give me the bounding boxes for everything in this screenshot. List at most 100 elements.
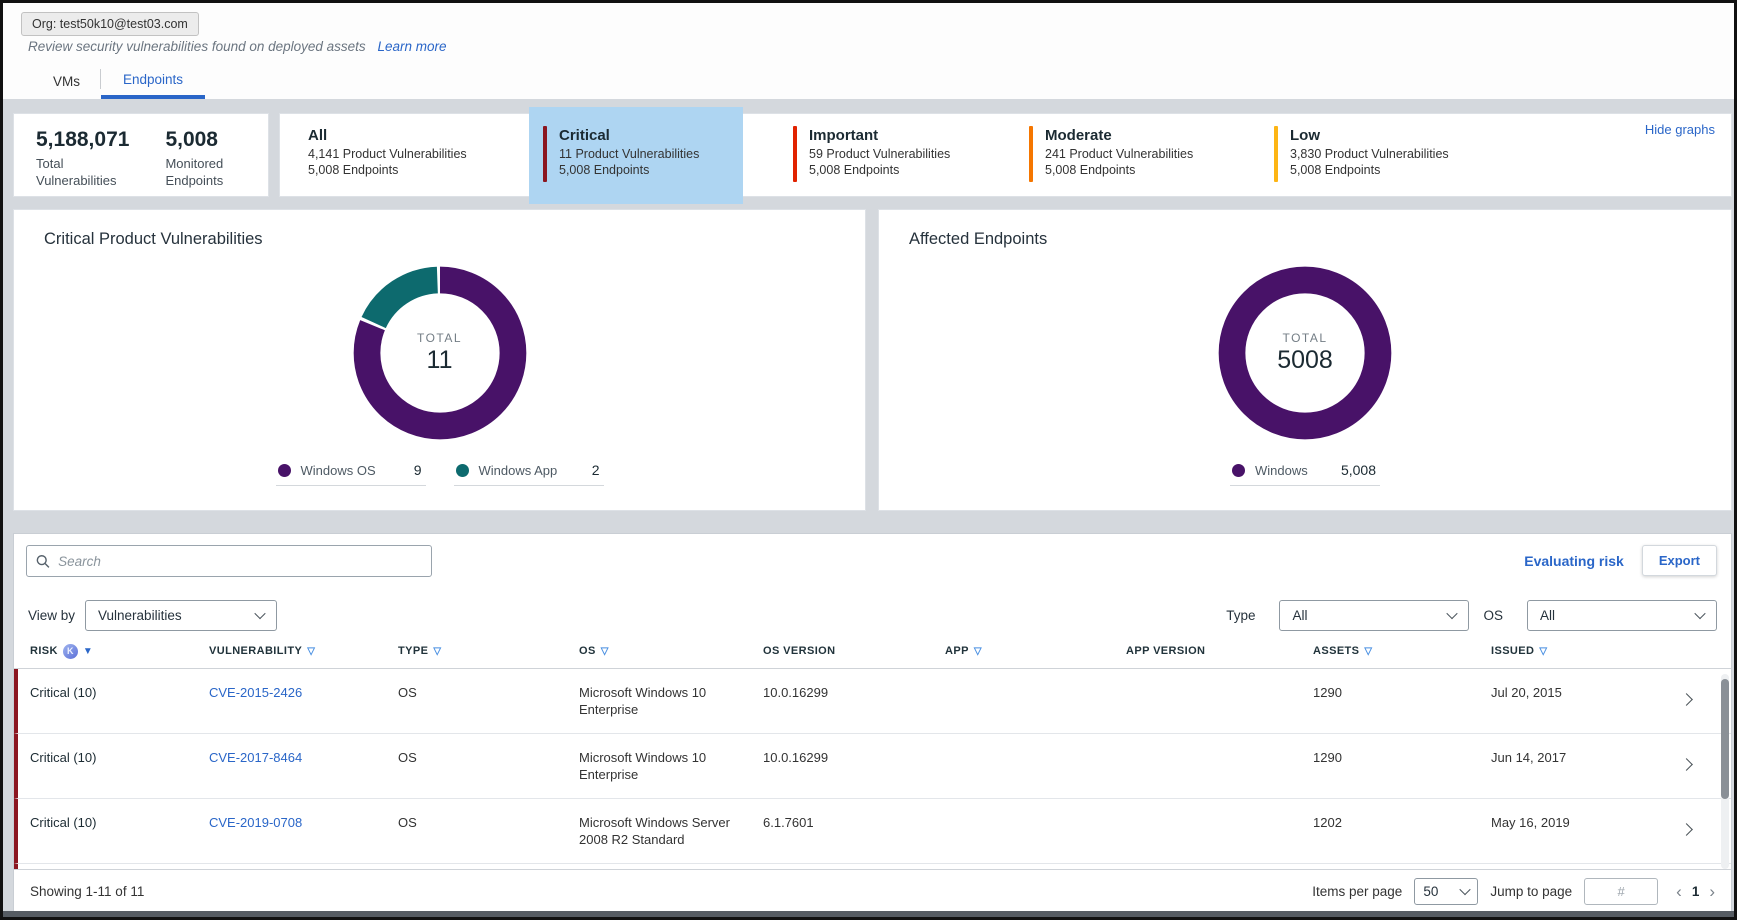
severity-card-important[interactable]: Important 59 Product Vulnerabilities 5,0… bbox=[793, 126, 950, 182]
window-bottom-edge bbox=[3, 911, 1734, 917]
export-button[interactable]: Export bbox=[1642, 545, 1717, 576]
chevron-down-icon bbox=[1694, 608, 1705, 619]
cell-os: Microsoft Windows 10 Enterprise bbox=[579, 669, 763, 733]
endpoints-donut-chart: TOTAL 5008 bbox=[1216, 264, 1394, 442]
cell-os-version: 10.0.16299 bbox=[763, 734, 945, 798]
footer-controls: Items per page 50 Jump to page ‹ 1 › bbox=[1312, 878, 1715, 905]
legend-label: Windows App bbox=[479, 463, 582, 478]
critical-vulnerabilities-chart-card: Critical Product Vulnerabilities TOTAL 1… bbox=[13, 209, 866, 511]
column-header-app[interactable]: APP ▽ bbox=[945, 645, 1126, 657]
filters-right: Type All OS All bbox=[1226, 600, 1717, 631]
prev-page-icon[interactable]: ‹ bbox=[1676, 883, 1682, 900]
column-label: RISK bbox=[30, 645, 58, 657]
legend-value: 9 bbox=[414, 462, 422, 478]
table-scrollbar[interactable] bbox=[1721, 674, 1729, 869]
severity-endpoints: 5,008 Endpoints bbox=[308, 162, 467, 178]
column-header-issued[interactable]: ISSUED ▽ bbox=[1491, 645, 1641, 657]
column-header-risk[interactable]: RISK K ▼ bbox=[30, 644, 209, 659]
column-header-assets[interactable]: ASSETS ▽ bbox=[1313, 645, 1491, 657]
legend-item-windows-app[interactable]: Windows App 2 bbox=[454, 462, 604, 486]
severity-card-critical[interactable]: Critical 11 Product Vulnerabilities 5,00… bbox=[529, 107, 743, 204]
stat-value: 5,188,071 bbox=[36, 128, 129, 152]
table-toolbar: Evaluating risk Export bbox=[14, 534, 1731, 588]
filter-icon[interactable]: ▽ bbox=[1364, 646, 1372, 657]
filter-icon[interactable]: ▽ bbox=[974, 646, 982, 657]
row-expand-chevron-icon[interactable] bbox=[1680, 693, 1693, 706]
severity-vulns: 4,141 Product Vulnerabilities bbox=[308, 146, 467, 162]
view-by-select[interactable]: Vulnerabilities bbox=[85, 600, 277, 631]
column-label: OS bbox=[579, 645, 596, 657]
org-badge: Org: test50k10@test03.com bbox=[21, 12, 199, 36]
type-filter-select[interactable]: All bbox=[1279, 600, 1469, 631]
filter-icon[interactable]: ▽ bbox=[307, 646, 315, 657]
evaluating-risk-link[interactable]: Evaluating risk bbox=[1524, 553, 1624, 569]
scrollbar-thumb[interactable] bbox=[1721, 679, 1729, 799]
chart-legend: Windows 5,008 bbox=[879, 462, 1731, 486]
cell-app-version bbox=[1126, 669, 1313, 733]
cve-link[interactable]: CVE-2015-2426 bbox=[209, 685, 302, 700]
column-header-vulnerability[interactable]: VULNERABILITY ▽ bbox=[209, 645, 398, 657]
sort-desc-icon[interactable]: ▼ bbox=[83, 646, 93, 657]
next-page-icon[interactable]: › bbox=[1709, 883, 1715, 900]
hide-graphs-link[interactable]: Hide graphs bbox=[1645, 122, 1715, 137]
type-filter-value: All bbox=[1292, 608, 1307, 623]
table-row[interactable]: Critical (10) CVE-2017-8464 OS Microsoft… bbox=[14, 734, 1731, 799]
stat-label: Monitored Endpoints bbox=[165, 155, 257, 189]
cell-type: OS bbox=[398, 734, 579, 798]
severity-vulns: 59 Product Vulnerabilities bbox=[809, 146, 950, 162]
cell-type: OS bbox=[398, 799, 579, 863]
column-label: ASSETS bbox=[1313, 645, 1359, 657]
chevron-down-icon bbox=[1447, 608, 1458, 619]
tab-vms[interactable]: VMs bbox=[33, 63, 100, 99]
os-filter-select[interactable]: All bbox=[1527, 600, 1717, 631]
search-input[interactable] bbox=[58, 554, 422, 569]
table-footer: Showing 1-11 of 11 Items per page 50 Jum… bbox=[14, 869, 1731, 912]
column-header-os[interactable]: OS ▽ bbox=[579, 645, 763, 657]
legend-dot bbox=[456, 464, 469, 477]
severity-endpoints: 5,008 Endpoints bbox=[1290, 162, 1449, 178]
jump-to-page-input[interactable] bbox=[1584, 878, 1658, 905]
severity-name: Low bbox=[1290, 126, 1449, 146]
severity-card-low[interactable]: Low 3,830 Product Vulnerabilities 5,008 … bbox=[1274, 126, 1449, 182]
table-header-row: RISK K ▼ VULNERABILITY ▽ TYPE ▽ OS ▽ OS … bbox=[14, 634, 1731, 669]
table-row[interactable]: Critical (10) CVE-2019-0708 OS Microsoft… bbox=[14, 799, 1731, 864]
legend-label: Windows bbox=[1255, 463, 1331, 478]
tab-bar: VMs Endpoints bbox=[33, 63, 205, 99]
stat-label: Total Vulnerabilities bbox=[36, 155, 128, 189]
page-subtitle: Review security vulnerabilities found on… bbox=[28, 39, 366, 54]
severity-card-critical-content: Critical 11 Product Vulnerabilities 5,00… bbox=[543, 126, 699, 182]
severity-card-moderate[interactable]: Moderate 241 Product Vulnerabilities 5,0… bbox=[1029, 126, 1193, 182]
chart-title: Critical Product Vulnerabilities bbox=[44, 230, 263, 249]
affected-endpoints-chart-card: Affected Endpoints TOTAL 5008 Windows 5,… bbox=[878, 209, 1732, 511]
page-header: Org: test50k10@test03.com Review securit… bbox=[3, 3, 1734, 99]
legend-item-windows[interactable]: Windows 5,008 bbox=[1230, 462, 1380, 486]
vulnerabilities-page: Org: test50k10@test03.com Review securit… bbox=[0, 0, 1737, 920]
search-box bbox=[26, 545, 432, 577]
risk-score-icon: K bbox=[63, 644, 78, 659]
severity-endpoints: 5,008 Endpoints bbox=[1045, 162, 1193, 178]
legend-value: 5,008 bbox=[1341, 462, 1376, 478]
filter-icon[interactable]: ▽ bbox=[433, 646, 441, 657]
table-row[interactable]: Critical (10) CVE-2015-2426 OS Microsoft… bbox=[14, 669, 1731, 734]
column-header-type[interactable]: TYPE ▽ bbox=[398, 645, 579, 657]
legend-item-windows-os[interactable]: Windows OS 9 bbox=[276, 462, 426, 486]
cell-os-version: 10.0.16299 bbox=[763, 669, 945, 733]
row-expand-chevron-icon[interactable] bbox=[1680, 823, 1693, 836]
severity-card-all[interactable]: All 4,141 Product Vulnerabilities 5,008 … bbox=[308, 126, 467, 178]
stat-monitored-endpoints: 5,008 Monitored Endpoints bbox=[165, 128, 257, 196]
tab-endpoints[interactable]: Endpoints bbox=[101, 63, 205, 99]
legend-label: Windows OS bbox=[301, 463, 404, 478]
severity-name: Critical bbox=[559, 126, 699, 146]
column-label: APP VERSION bbox=[1126, 645, 1205, 657]
cve-link[interactable]: CVE-2019-0708 bbox=[209, 815, 302, 830]
items-per-page-select[interactable]: 50 bbox=[1414, 878, 1478, 905]
current-page-number: 1 bbox=[1692, 884, 1700, 899]
row-expand-chevron-icon[interactable] bbox=[1680, 758, 1693, 771]
severity-endpoints: 5,008 Endpoints bbox=[809, 162, 950, 178]
filter-icon[interactable]: ▽ bbox=[1539, 646, 1547, 657]
learn-more-link[interactable]: Learn more bbox=[377, 39, 446, 54]
filter-icon[interactable]: ▽ bbox=[601, 646, 609, 657]
cve-link[interactable]: CVE-2017-8464 bbox=[209, 750, 302, 765]
column-label: APP bbox=[945, 645, 969, 657]
cell-issued: Jul 20, 2015 bbox=[1491, 669, 1641, 733]
